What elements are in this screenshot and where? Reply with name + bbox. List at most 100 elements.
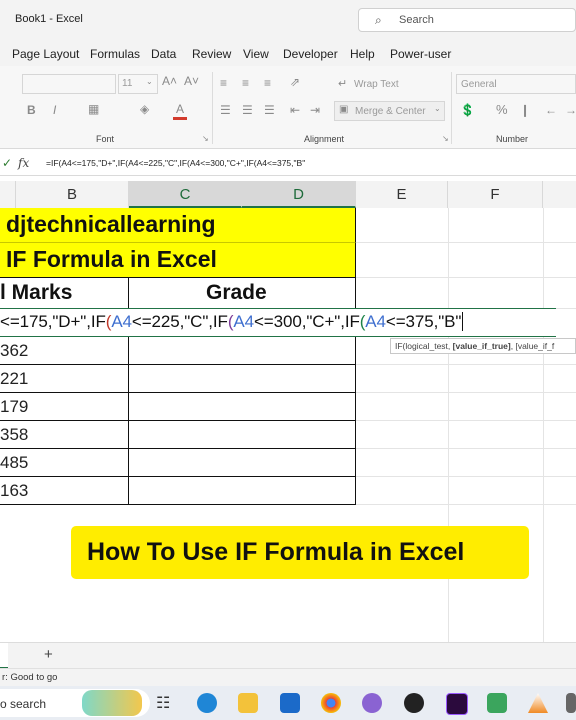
comma-style-icon[interactable]: ❙ (520, 103, 530, 117)
italic-button[interactable]: I (53, 103, 56, 117)
edge-icon[interactable] (197, 693, 217, 713)
search-highlight-icon (82, 690, 142, 716)
gridline (356, 277, 576, 278)
add-sheet-button[interactable]: + (44, 646, 53, 663)
tab-view[interactable]: View (243, 47, 269, 61)
formula-input[interactable]: =IF(A4<=175,"D+",IF(A4<=225,"C",IF(A4<=3… (46, 158, 305, 168)
group-divider (451, 72, 452, 144)
status-bar: r: Good to go (0, 668, 576, 687)
sheet-tab[interactable] (0, 643, 8, 669)
border-line (355, 336, 356, 504)
decrease-font-icon[interactable]: A˅ (184, 74, 199, 88)
merge-center-button[interactable]: ▣ Merge & Center ⌄ (334, 101, 445, 121)
wrap-text-button[interactable]: Wrap Text (354, 79, 399, 90)
accessibility-status[interactable]: r: Good to go (2, 672, 57, 683)
insert-function-button[interactable]: fx (18, 156, 29, 170)
tab-formulas[interactable]: Formulas (90, 47, 140, 61)
app-icon[interactable] (566, 693, 576, 713)
file-explorer-icon[interactable] (238, 693, 258, 713)
tab-review[interactable]: Review (192, 47, 231, 61)
increase-decimal-icon[interactable]: ← (545, 103, 557, 117)
gridline (356, 242, 576, 243)
align-bottom-icon[interactable]: ≡ (264, 76, 271, 90)
formula-part: <=300,"C+",IF (253, 312, 360, 331)
function-tooltip: IF(logical_test, [value_if_true], [value… (390, 338, 576, 354)
formula-bar: ✓ fx =IF(A4<=175,"D+",IF(A4<=225,"C",IF(… (0, 153, 576, 176)
gridline (543, 208, 544, 642)
tooltip-part: , [value_if_f (510, 341, 555, 351)
font-size-value: 11 (122, 78, 133, 89)
borders-icon[interactable]: ▦ (88, 102, 99, 116)
obs-icon[interactable] (404, 693, 424, 713)
tooltip-current-arg: [value_if_true] (452, 341, 511, 351)
column-header-partial[interactable] (0, 181, 16, 208)
align-right-icon[interactable]: ☰ (264, 103, 275, 117)
column-header-f[interactable]: F (448, 181, 543, 208)
mail-icon[interactable] (280, 693, 300, 713)
task-view-icon[interactable]: ☷ (156, 693, 176, 713)
fill-color-icon[interactable]: ◈ (140, 102, 149, 116)
merge-center-label: Merge & Center (355, 106, 426, 117)
font-color-button[interactable]: A (176, 102, 184, 116)
taskbar: o search ☷ (0, 686, 576, 720)
gridline (356, 448, 576, 449)
tab-help[interactable]: Help (350, 47, 375, 61)
merge-icon: ▣ (339, 104, 349, 115)
align-left-icon[interactable]: ☰ (220, 103, 231, 117)
column-header-c[interactable]: C (129, 181, 242, 208)
column-header-d[interactable]: D (242, 181, 356, 208)
decrease-decimal-icon[interactable]: → (565, 103, 576, 117)
marks-cell[interactable]: 221 (0, 369, 28, 389)
premiere-icon[interactable] (446, 693, 468, 715)
marks-cell[interactable]: 362 (0, 341, 28, 361)
increase-font-icon[interactable]: A˄ (162, 74, 177, 88)
header-marks: l Marks (0, 281, 73, 304)
marks-cell[interactable]: 179 (0, 397, 28, 417)
title-banner: How To Use IF Formula in Excel (71, 526, 529, 579)
header-grade: Grade (206, 281, 267, 304)
formula-part: <=375,"B" (385, 312, 462, 331)
increase-indent-icon[interactable]: ⇥ (310, 103, 320, 117)
search-icon: ⌕ (375, 13, 382, 27)
search-placeholder: Search (399, 14, 434, 26)
tab-power-user[interactable]: Power-user (390, 47, 451, 61)
vlc-icon[interactable] (528, 693, 548, 713)
dialog-launcher-icon[interactable]: ↘ (202, 134, 209, 143)
font-size-box[interactable]: 11 ⌄ (118, 74, 158, 94)
decrease-indent-icon[interactable]: ⇤ (290, 103, 300, 117)
column-header-b[interactable]: B (16, 181, 129, 208)
align-top-icon[interactable]: ≡ (220, 76, 227, 90)
marks-cell[interactable]: 485 (0, 453, 28, 473)
dialog-launcher-icon[interactable]: ↘ (442, 134, 449, 143)
banner-text: How To Use IF Formula in Excel (87, 538, 465, 566)
cell-editor[interactable]: <=175,"D+",IF(A4<=225,"C",IF(A4<=300,"C+… (0, 308, 556, 337)
copilot-icon[interactable] (362, 693, 382, 713)
marks-cell[interactable]: 358 (0, 425, 28, 445)
percent-button[interactable]: % (496, 102, 508, 117)
border-line (0, 392, 356, 393)
tab-developer[interactable]: Developer (283, 47, 338, 61)
align-center-icon[interactable]: ☰ (242, 103, 253, 117)
title-cell-2: IF Formula in Excel (6, 246, 217, 272)
group-divider (212, 72, 213, 144)
chevron-down-icon: ⌄ (146, 77, 153, 86)
window-title: Book1 - Excel (15, 13, 83, 25)
marks-cell[interactable]: 163 (0, 481, 28, 501)
number-format-box[interactable]: General (456, 74, 576, 94)
align-middle-icon[interactable]: ≡ (242, 76, 249, 90)
bold-button[interactable]: B (27, 103, 36, 117)
font-name-box[interactable] (22, 74, 116, 94)
chrome-icon[interactable] (321, 693, 341, 713)
sheet-grid[interactable]: djtechnicallearning IF Formula in Excel … (0, 208, 576, 642)
orientation-icon[interactable]: ⇗ (290, 75, 300, 89)
tab-data[interactable]: Data (151, 47, 176, 61)
enter-check-icon[interactable]: ✓ (2, 156, 12, 170)
search-box[interactable]: ⌕ Search (358, 8, 576, 32)
app-icon[interactable] (487, 693, 507, 713)
currency-icon[interactable]: 💲 (460, 103, 475, 117)
gridline (356, 504, 576, 505)
column-header-e[interactable]: E (356, 181, 448, 208)
formula-part: <=175,"D+",IF (0, 312, 106, 331)
title-bar: Book1 - Excel ⌕ Search (0, 0, 576, 40)
tab-page-layout[interactable]: Page Layout (12, 47, 79, 61)
